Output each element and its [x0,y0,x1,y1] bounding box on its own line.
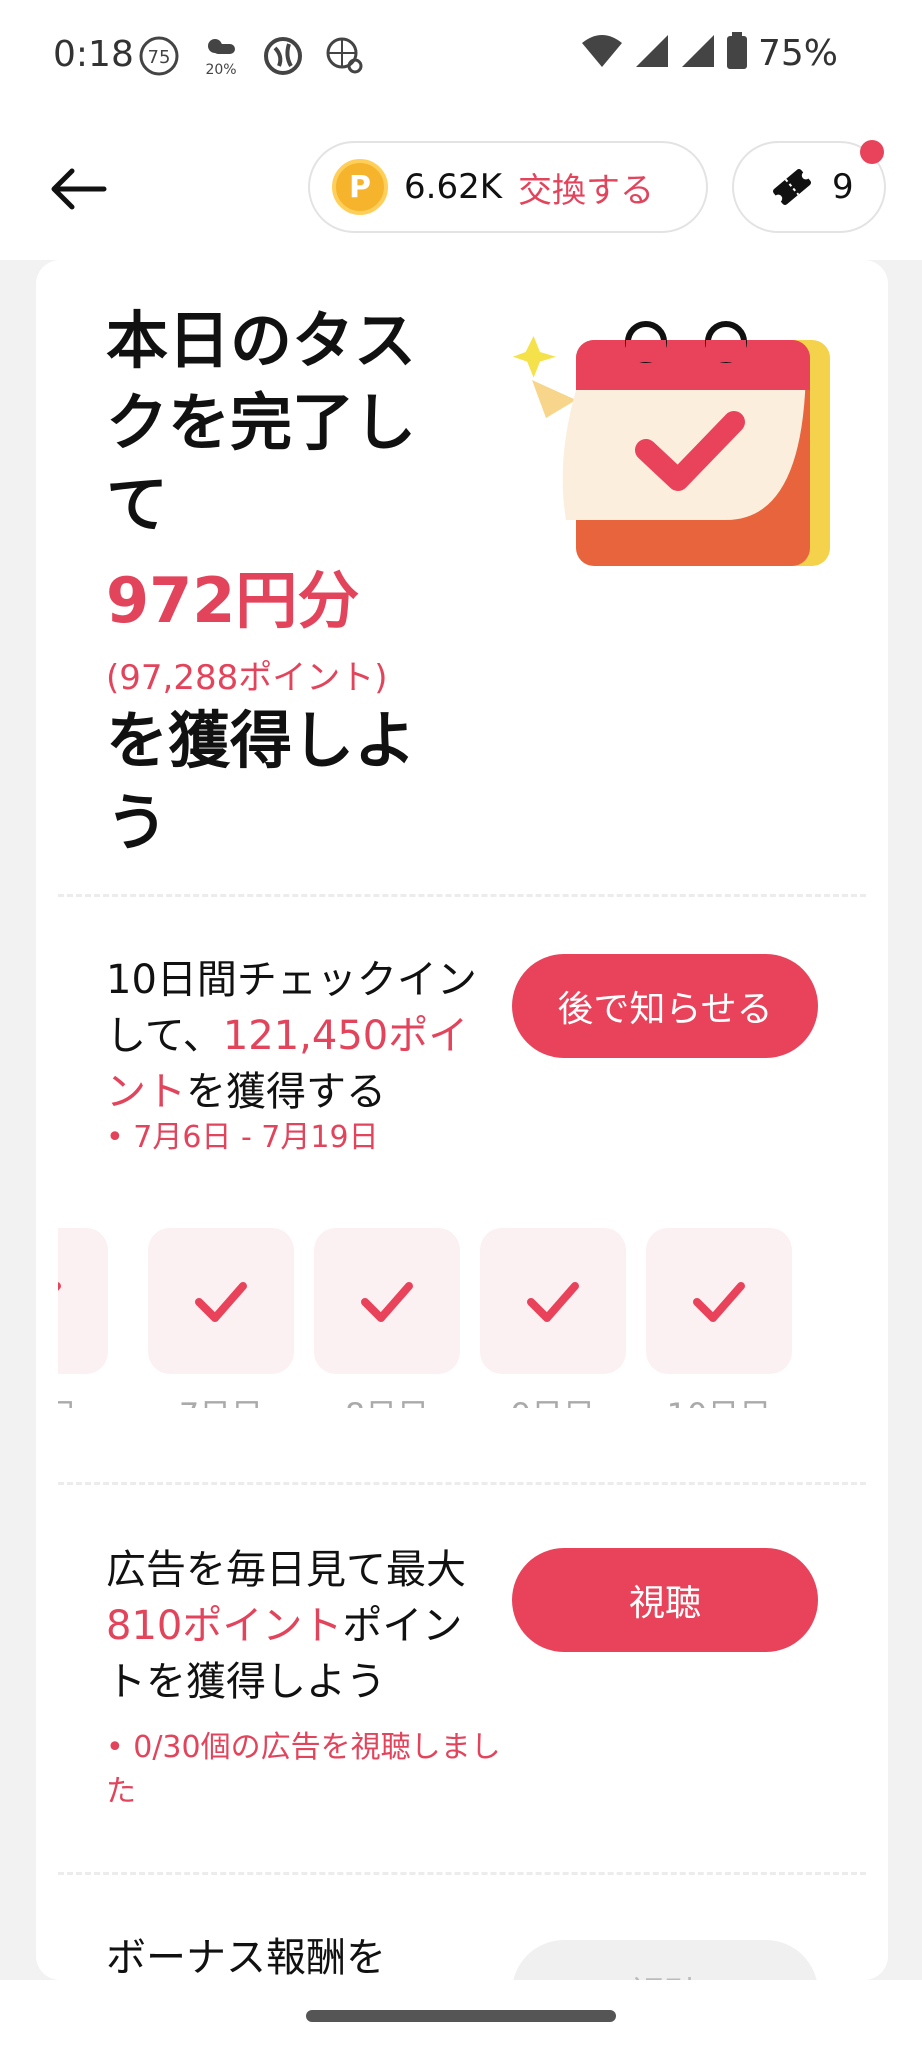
globe-icon [261,34,305,78]
ticket-count: 9 [832,167,854,207]
hero-title: 本日のタスクを完了して [106,304,417,541]
web-search-icon [323,34,367,78]
divider [58,1482,866,1485]
exchange-link[interactable]: 交換する [518,163,654,212]
signal-icon [634,33,670,73]
ads-progress: • 0/30個の広告を視聴しました [106,1730,501,1809]
day-check-box [58,1228,108,1374]
bonus-button[interactable]: 視聴 [512,1940,818,1980]
wifi-icon [580,33,624,73]
status-icons: 75 20% [137,34,367,78]
status-right: 75% [580,32,838,74]
day-item: 10日目 [646,1228,792,1408]
battery-icon [726,32,748,74]
day-check-box [314,1228,460,1374]
calendar-check-illustration [512,321,830,566]
check-icon [195,1282,247,1322]
day-label: 8日目 [314,1390,460,1408]
check-icon [361,1282,413,1322]
arrow-left-icon [51,168,107,210]
day-check-box [646,1228,792,1374]
day-item: 9日目 [480,1228,626,1408]
check-icon [527,1282,579,1322]
day-label: 10日目 [646,1390,792,1408]
check-icon [693,1282,745,1322]
checkin-period: • 7月6日 - 7月19日 [106,1120,379,1155]
day-item: 6日目 [58,1228,108,1408]
remind-later-button[interactable]: 後で知らせる [512,954,818,1058]
checkin-days-row[interactable]: 6日目 7日目 8日目 9日目 10日目 [58,1228,866,1408]
signal-icon-2 [680,33,716,73]
points-balance: 6.62K [404,167,502,207]
back-button[interactable] [48,163,112,215]
point-coin-icon: P [332,159,388,215]
app-header: P 6.62K 交換する 9 [0,115,922,260]
day-item: 7日目 [148,1228,294,1408]
day-item: 8日目 [314,1228,460,1408]
counter-badge-icon: 75 [137,34,181,78]
checkin-description: 10日間チェックインして、121,450ポイントを獲得する [106,952,496,1120]
day-check-box [480,1228,626,1374]
watch-ad-button[interactable]: 視聴 [512,1548,818,1652]
ads-text-pre: 広告を毎日見て最大 [106,1547,466,1593]
status-bar: 0:18 75 20% 75% [0,0,922,115]
hero-amount: 972円分 [106,564,360,637]
home-indicator[interactable] [306,2010,616,2022]
status-time: 0:18 [53,34,134,75]
hero-get-label: を獲得しよう [106,704,417,859]
ticket-icon [773,168,811,206]
ads-text-highlight: 810ポイント [106,1603,343,1649]
weather-icon: 20% [199,34,243,78]
task-card: 本日のタスクを完了して 972円分 (97,288ポイント) を獲得しよう 10… [36,260,888,1980]
bonus-description: ボーナス報酬を [106,1935,386,1980]
day-label: 7日目 [148,1390,294,1408]
points-exchange-pill[interactable]: P 6.62K 交換する [308,141,708,233]
day-check-box [148,1228,294,1374]
day-label: 6日目 [58,1390,108,1408]
battery-percent: 75% [757,32,838,74]
hero-points-note: (97,288ポイント) [106,658,388,698]
divider [58,894,866,897]
notification-dot [860,140,884,164]
weather-text: 20% [205,62,236,78]
ads-description: 広告を毎日見て最大810ポイントポイントを獲得しよう [106,1542,496,1710]
divider [58,1872,866,1875]
checkin-text-post: を獲得する [186,1069,386,1115]
counter-badge-text: 75 [148,47,171,68]
check-icon [58,1282,61,1291]
day-label: 9日目 [480,1390,626,1408]
